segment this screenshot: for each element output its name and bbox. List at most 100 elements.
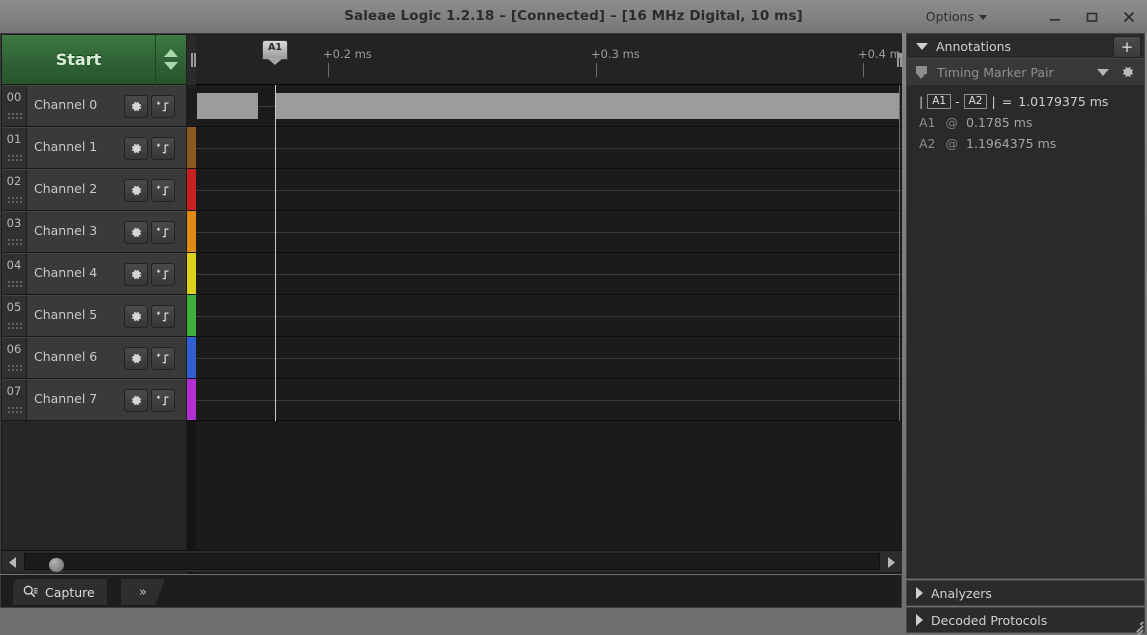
channel-row[interactable]: 07 Channel 7 bbox=[2, 379, 186, 421]
gear-icon bbox=[1122, 66, 1134, 78]
channel-trigger-button[interactable] bbox=[151, 263, 175, 286]
channel-row[interactable]: 00 Channel 0 bbox=[2, 85, 186, 127]
minimize-button[interactable] bbox=[1036, 0, 1073, 33]
channel-name: Channel 4 bbox=[34, 265, 98, 280]
capture-search-icon bbox=[23, 585, 38, 598]
channel-color-strip bbox=[187, 337, 196, 379]
waveform-pulse bbox=[197, 93, 258, 119]
marker-label: A1 bbox=[268, 42, 282, 53]
channel-settings-button[interactable] bbox=[124, 347, 148, 370]
chevron-down-icon[interactable] bbox=[1097, 68, 1109, 76]
rising-edge-trigger-icon bbox=[156, 311, 168, 322]
waveform-row[interactable] bbox=[196, 337, 902, 379]
annotation-item-timing-marker-pair[interactable]: Timing Marker Pair bbox=[907, 59, 1144, 86]
drag-handle-icon[interactable] bbox=[7, 280, 22, 289]
delta-suffix: | bbox=[991, 94, 996, 109]
waveform-row[interactable] bbox=[196, 127, 902, 169]
timing-marker-a1[interactable]: A1 bbox=[262, 40, 288, 65]
chevron-down-icon bbox=[916, 42, 928, 50]
tab-capture-label: Capture bbox=[45, 584, 95, 600]
channel-color-strip bbox=[187, 379, 196, 421]
options-menu-button[interactable]: Options bbox=[918, 6, 995, 28]
chevron-right-icon bbox=[916, 587, 923, 599]
rising-edge-trigger-icon bbox=[156, 185, 168, 196]
drag-handle-icon[interactable] bbox=[7, 154, 22, 163]
tab-overflow-button[interactable]: » bbox=[121, 579, 165, 605]
channel-trigger-button[interactable] bbox=[151, 347, 175, 370]
scroll-left-button[interactable] bbox=[6, 554, 20, 570]
channel-row[interactable]: 01 Channel 1 bbox=[2, 127, 186, 169]
channel-trigger-button[interactable] bbox=[151, 305, 175, 328]
drag-handle-icon[interactable] bbox=[7, 322, 22, 331]
gear-icon bbox=[131, 269, 141, 280]
scroll-right-button[interactable] bbox=[884, 554, 898, 570]
waveform-row[interactable] bbox=[196, 169, 902, 211]
options-label: Options bbox=[925, 9, 974, 24]
channel-trigger-button[interactable] bbox=[151, 95, 175, 118]
waveform-row[interactable] bbox=[196, 211, 902, 253]
drag-handle-icon[interactable] bbox=[7, 406, 22, 415]
channel-color-strip bbox=[187, 127, 196, 169]
arrow-up-icon[interactable] bbox=[164, 49, 178, 57]
drag-handle-icon[interactable] bbox=[7, 364, 22, 373]
annotations-title: Annotations bbox=[936, 38, 1012, 54]
plus-icon: + bbox=[1120, 37, 1134, 56]
channel-name: Channel 1 bbox=[34, 139, 98, 154]
channel-row[interactable]: 05 Channel 5 bbox=[2, 295, 186, 337]
pane-grip-right[interactable] bbox=[893, 35, 902, 85]
maximize-button[interactable] bbox=[1073, 0, 1110, 33]
scrollbar-thumb[interactable] bbox=[49, 558, 64, 572]
channel-row[interactable]: 06 Channel 6 bbox=[2, 337, 186, 379]
waveform-row[interactable] bbox=[196, 295, 902, 337]
waveform-row[interactable] bbox=[196, 253, 902, 295]
horizontal-scrollbar[interactable] bbox=[2, 550, 902, 572]
channel-settings-button[interactable] bbox=[124, 389, 148, 412]
capture-settings-arrows bbox=[156, 35, 186, 85]
channel-row[interactable]: 02 Channel 2 bbox=[2, 169, 186, 211]
gear-icon bbox=[131, 395, 141, 406]
window-resize-grip[interactable] bbox=[1127, 616, 1144, 635]
drag-handle-icon[interactable] bbox=[7, 238, 22, 247]
channel-trigger-button[interactable] bbox=[151, 389, 175, 412]
start-button[interactable]: Start bbox=[2, 50, 155, 69]
arrow-down-icon[interactable] bbox=[164, 62, 178, 70]
waveform-view[interactable] bbox=[196, 85, 902, 574]
analyzers-panel-header[interactable]: Analyzers bbox=[906, 580, 1145, 606]
annotation-settings-button[interactable] bbox=[1121, 65, 1135, 79]
decoded-protocols-title: Decoded Protocols bbox=[931, 612, 1048, 628]
marker-time-value: 1.1964375 ms bbox=[966, 136, 1057, 151]
channel-name: Channel 5 bbox=[34, 307, 98, 322]
add-annotation-button[interactable]: + bbox=[1113, 36, 1141, 58]
waveform-row[interactable] bbox=[196, 379, 902, 421]
close-button[interactable] bbox=[1110, 0, 1147, 33]
channel-row[interactable]: 04 Channel 4 bbox=[2, 253, 186, 295]
pane-grip-top[interactable] bbox=[187, 35, 196, 85]
channel-color-strip bbox=[187, 253, 196, 295]
channel-trigger-button[interactable] bbox=[151, 137, 175, 160]
channel-trigger-button[interactable] bbox=[151, 179, 175, 202]
channel-settings-button[interactable] bbox=[124, 95, 148, 118]
at-sign: @ bbox=[945, 115, 959, 130]
rising-edge-trigger-icon bbox=[156, 395, 168, 406]
channel-row[interactable]: 03 Channel 3 bbox=[2, 211, 186, 253]
drag-handle-icon[interactable] bbox=[7, 112, 22, 121]
channel-settings-button[interactable] bbox=[124, 137, 148, 160]
channel-settings-button[interactable] bbox=[124, 221, 148, 244]
channel-trigger-button[interactable] bbox=[151, 221, 175, 244]
decoded-protocols-panel-header[interactable]: Decoded Protocols bbox=[906, 607, 1145, 633]
annotation-item-label: Timing Marker Pair bbox=[937, 64, 1054, 80]
timeline-ruler[interactable]: +0.2 ms +0.3 ms +0.4 m A1 bbox=[196, 35, 902, 85]
annotations-panel-header[interactable]: Annotations + bbox=[906, 33, 1145, 59]
waveform-baseline bbox=[196, 232, 902, 233]
waveform-row[interactable] bbox=[196, 85, 902, 127]
start-capture-area: Start bbox=[2, 34, 186, 85]
channel-name: Channel 7 bbox=[34, 391, 98, 406]
channel-settings-button[interactable] bbox=[124, 263, 148, 286]
drag-handle-icon[interactable] bbox=[7, 196, 22, 205]
waveform-baseline bbox=[196, 274, 902, 275]
rising-edge-trigger-icon bbox=[156, 353, 168, 364]
scrollbar-track[interactable] bbox=[24, 553, 880, 572]
tab-capture[interactable]: Capture bbox=[13, 579, 107, 605]
channel-settings-button[interactable] bbox=[124, 305, 148, 328]
channel-settings-button[interactable] bbox=[124, 179, 148, 202]
